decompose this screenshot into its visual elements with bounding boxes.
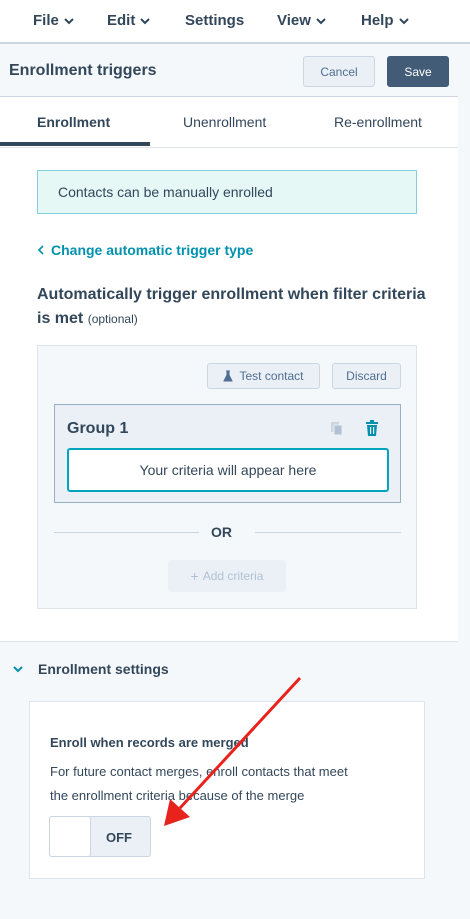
change-trigger-type-link[interactable]: Change automatic trigger type (37, 242, 253, 258)
enrollment-content: Contacts can be manually enrolled Change… (0, 148, 458, 641)
chevron-left-icon (37, 245, 44, 255)
manual-enrollment-notice: Contacts can be manually enrolled (37, 170, 417, 214)
filter-criteria-box: Test contact Discard Group 1 Your criter… (37, 345, 417, 609)
filter-group: Group 1 Your criteria will appear here (54, 404, 401, 503)
enrollment-triggers-panel: Enrollment triggers Cancel Save Enrollme… (0, 44, 458, 919)
trash-icon[interactable] (365, 420, 379, 437)
or-label: OR (211, 524, 232, 540)
menu-edit[interactable]: Edit (107, 12, 151, 29)
divider-right (255, 532, 401, 533)
menu-bar: File Edit Settings View Help (0, 0, 470, 44)
menu-help[interactable]: Help (361, 12, 410, 29)
merge-setting-title: Enroll when records are merged (50, 735, 249, 750)
enrollment-settings-label: Enrollment settings (38, 661, 169, 677)
chevron-down-icon (140, 17, 151, 24)
menu-file[interactable]: File (33, 12, 75, 29)
enrollment-settings-toggle[interactable]: Enrollment settings (12, 661, 169, 677)
tab-unenrollment[interactable]: Unenrollment (183, 114, 266, 130)
trigger-heading: Automatically trigger enrollment when fi… (37, 283, 427, 331)
menu-view[interactable]: View (277, 12, 327, 29)
panel-header: Enrollment triggers Cancel Save (0, 44, 458, 97)
toggle-knob (49, 816, 91, 857)
menu-settings[interactable]: Settings (185, 12, 244, 29)
cancel-button[interactable]: Cancel (303, 56, 375, 87)
panel-title: Enrollment triggers (9, 62, 157, 79)
enrollment-settings-section: Enrollment settings Enroll when records … (0, 641, 458, 919)
menu-file-label: File (33, 12, 59, 29)
group-title: Group 1 (67, 420, 129, 437)
chevron-down-icon (398, 17, 409, 24)
change-trigger-type-label: Change automatic trigger type (51, 242, 254, 258)
flask-icon (223, 370, 234, 382)
tab-bar: Enrollment Unenrollment Re-enrollment (0, 97, 458, 148)
chevron-down-icon (316, 17, 326, 24)
merge-settings-card: Enroll when records are merged For futur… (29, 701, 425, 879)
save-button[interactable]: Save (387, 56, 449, 87)
menu-edit-label: Edit (107, 12, 136, 29)
clone-icon[interactable] (330, 421, 344, 437)
merge-enroll-toggle[interactable]: OFF (49, 816, 151, 857)
plus-icon: + (190, 568, 199, 584)
merge-setting-description: For future contact merges, enroll contac… (50, 760, 410, 808)
tab-re-enrollment[interactable]: Re-enrollment (334, 114, 422, 130)
optional-label: (optional) (87, 312, 138, 326)
criteria-placeholder[interactable]: Your criteria will appear here (67, 448, 389, 492)
merge-desc-line-1: For future contact merges, enroll contac… (50, 764, 348, 779)
discard-button[interactable]: Discard (332, 363, 401, 389)
menu-view-label: View (277, 12, 311, 29)
divider-left (54, 532, 199, 533)
menu-settings-label: Settings (185, 12, 245, 29)
add-criteria-label: Add criteria (202, 569, 264, 583)
test-contact-button[interactable]: Test contact (207, 363, 320, 389)
chevron-down-icon (64, 17, 74, 24)
add-criteria-button[interactable]: + Add criteria (168, 560, 286, 592)
active-tab-indicator (0, 142, 150, 146)
toggle-state-label: OFF (106, 830, 132, 845)
chevron-down-icon (13, 666, 23, 673)
menu-help-label: Help (361, 12, 394, 29)
merge-desc-line-2: the enrollment criteria because of the m… (50, 788, 305, 803)
test-contact-label: Test contact (239, 369, 304, 383)
tab-enrollment[interactable]: Enrollment (37, 114, 110, 130)
